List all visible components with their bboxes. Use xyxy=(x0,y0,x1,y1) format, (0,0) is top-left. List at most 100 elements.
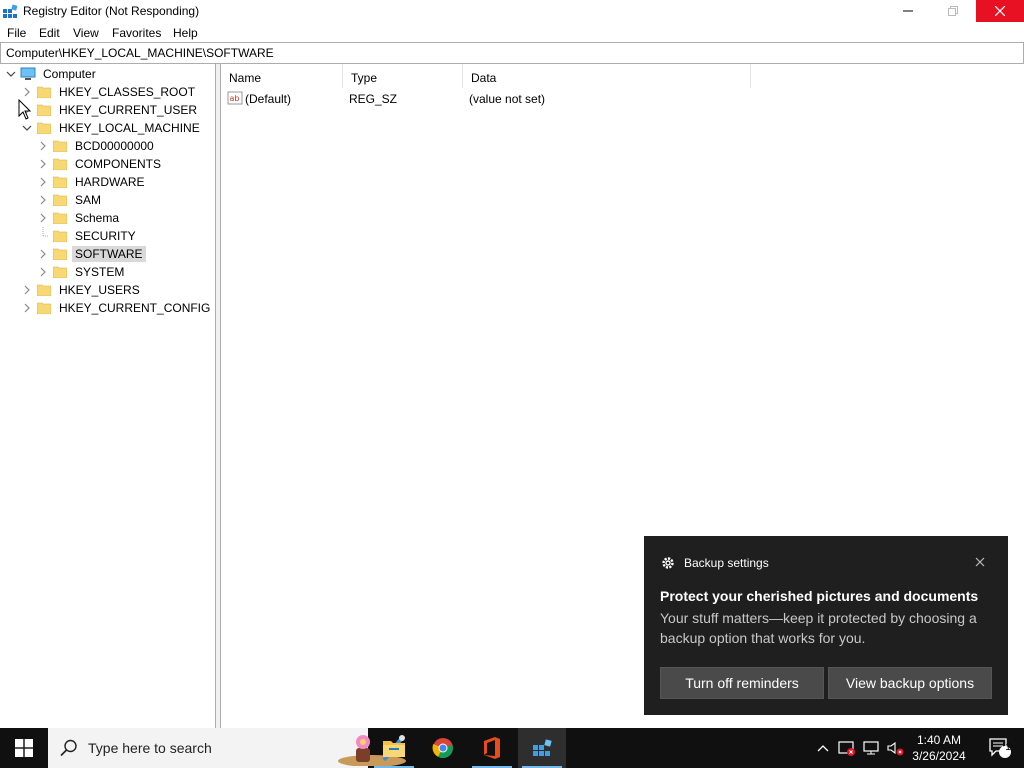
chevron-right-icon[interactable] xyxy=(36,263,50,281)
tree-label: BCD00000000 xyxy=(75,139,154,153)
svg-text:ab: ab xyxy=(230,94,240,103)
folder-icon xyxy=(52,209,68,227)
mouse-cursor-icon xyxy=(18,99,32,120)
tray-network-button[interactable] xyxy=(860,728,882,768)
menu-view[interactable]: View xyxy=(73,26,99,40)
tree-label: HKEY_LOCAL_MACHINE xyxy=(59,121,200,135)
tree-item-security[interactable]: SECURITY xyxy=(36,227,139,245)
value-name: (Default) xyxy=(245,92,292,106)
notification-count-badge: 1 xyxy=(1005,742,1011,753)
menu-file[interactable]: File xyxy=(7,26,26,40)
tree-item-hardware[interactable]: HARDWARE xyxy=(36,173,148,191)
tree-item-system[interactable]: SYSTEM xyxy=(36,263,127,281)
restore-icon xyxy=(948,6,958,16)
folder-icon xyxy=(52,137,68,155)
gear-icon xyxy=(662,557,674,569)
close-button[interactable] xyxy=(976,0,1024,22)
chevron-down-icon[interactable] xyxy=(4,65,18,83)
tree-label: HKEY_CURRENT_CONFIG xyxy=(59,301,211,315)
tree-item-hkey-current-user[interactable]: HKEY_CURRENT_USER xyxy=(20,101,200,119)
toast-close-icon[interactable] xyxy=(972,554,988,570)
taskbar-clock[interactable]: 1:40 AM 3/26/2024 xyxy=(900,732,978,766)
tray-security-icon-button[interactable] xyxy=(836,728,858,768)
tree-label: HKEY_USERS xyxy=(59,283,140,297)
column-header-data[interactable]: Data xyxy=(463,64,751,88)
window-title: Registry Editor (Not Responding) xyxy=(23,4,200,18)
folder-icon xyxy=(36,299,52,317)
tree-label: HARDWARE xyxy=(75,175,145,189)
toast-body: Your stuff matters—keep it protected by … xyxy=(660,610,977,646)
tree-label: HKEY_CLASSES_ROOT xyxy=(59,85,196,99)
tree-label: HKEY_CURRENT_USER xyxy=(59,103,198,117)
folder-icon xyxy=(52,227,68,245)
taskbar: Type here to search 1:40 AM 3/26/2024 1 xyxy=(0,728,1024,768)
chevron-up-icon xyxy=(817,745,829,752)
chevron-down-icon[interactable] xyxy=(20,119,34,137)
tree-item-schema[interactable]: Schema xyxy=(36,209,122,227)
security-alert-icon xyxy=(838,741,855,756)
folder-icon xyxy=(52,155,68,173)
close-icon xyxy=(995,6,1005,16)
tree-label-computer: Computer xyxy=(43,67,96,81)
address-bar[interactable]: Computer\HKEY_LOCAL_MACHINE\SOFTWARE xyxy=(0,42,1024,64)
clock-time: 1:40 AM xyxy=(916,733,962,747)
folder-icon xyxy=(52,173,68,191)
turn-off-reminders-button[interactable]: Turn off reminders xyxy=(660,667,824,699)
windows-logo-icon xyxy=(15,739,33,757)
show-hidden-icons-button[interactable] xyxy=(812,728,834,768)
menu-bar: File Edit View Favorites Help xyxy=(0,22,1024,42)
string-value-icon: ab xyxy=(227,90,243,109)
value-type: REG_SZ xyxy=(349,92,398,106)
tree-item-hkey-current-config[interactable]: HKEY_CURRENT_CONFIG xyxy=(20,299,213,317)
tree-label: SECURITY xyxy=(75,229,136,243)
folder-icon xyxy=(36,83,52,101)
chevron-right-icon[interactable] xyxy=(36,191,50,209)
chevron-right-icon[interactable] xyxy=(36,245,50,263)
start-button[interactable] xyxy=(0,728,48,768)
taskbar-office[interactable] xyxy=(468,728,516,768)
tree-label: SYSTEM xyxy=(75,265,125,279)
folder-icon xyxy=(52,245,68,263)
tree-item-components[interactable]: COMPONENTS xyxy=(36,155,164,173)
taskbar-search-box[interactable]: Type here to search xyxy=(48,728,406,768)
chevron-right-icon[interactable] xyxy=(36,137,50,155)
chevron-right-icon[interactable] xyxy=(20,299,34,317)
tree-item-hkey-users[interactable]: HKEY_USERS xyxy=(20,281,143,299)
taskbar-chrome[interactable] xyxy=(419,728,467,768)
chevron-right-icon[interactable] xyxy=(36,155,50,173)
minimize-button[interactable] xyxy=(885,0,931,22)
search-placeholder: Type here to search xyxy=(88,740,212,756)
view-backup-options-button[interactable]: View backup options xyxy=(828,667,992,699)
column-header-name[interactable]: Name xyxy=(221,64,343,88)
taskbar-registry-editor[interactable] xyxy=(518,728,566,768)
menu-help[interactable]: Help xyxy=(173,26,198,40)
menu-favorites[interactable]: Favorites xyxy=(112,26,161,40)
column-header-type[interactable]: Type xyxy=(343,64,463,88)
minimize-icon xyxy=(903,10,913,12)
tree-item-hkey-classes-root[interactable]: HKEY_CLASSES_ROOT xyxy=(20,83,198,101)
network-icon xyxy=(863,741,879,755)
toast-app-name: Backup settings xyxy=(684,556,769,570)
chevron-right-icon[interactable] xyxy=(36,173,50,191)
title-bar[interactable]: Registry Editor (Not Responding) xyxy=(0,0,1024,22)
action-center-button[interactable]: 1 xyxy=(980,728,1020,768)
folder-icon xyxy=(36,119,52,137)
tree-item-computer[interactable]: Computer xyxy=(4,65,99,83)
chevron-right-icon[interactable] xyxy=(20,281,34,299)
taskbar-file-explorer[interactable] xyxy=(370,728,418,768)
tree-item-sam[interactable]: SAM xyxy=(36,191,104,209)
tree-item-software[interactable]: SOFTWARE xyxy=(36,245,146,263)
registry-editor-icon xyxy=(533,739,552,756)
tree-connector xyxy=(36,227,50,245)
backup-notification-toast[interactable]: Backup settings Protect your cherished p… xyxy=(644,536,1008,715)
chevron-right-icon[interactable] xyxy=(36,209,50,227)
folder-icon xyxy=(52,263,68,281)
tree-label-selected: SOFTWARE xyxy=(72,246,146,262)
menu-edit[interactable]: Edit xyxy=(39,26,60,40)
search-icon xyxy=(60,739,77,757)
tree-item-hkey-local-machine[interactable]: HKEY_LOCAL_MACHINE xyxy=(20,119,203,137)
key-tree-pane[interactable]: Computer HKEY_CLASSES_ROOT HKEY_CURRENT_… xyxy=(0,64,216,728)
value-row[interactable]: ab (Default) REG_SZ (value not set) xyxy=(221,90,1021,108)
tree-item-bcd[interactable]: BCD00000000 xyxy=(36,137,157,155)
maximize-button[interactable] xyxy=(930,0,976,22)
